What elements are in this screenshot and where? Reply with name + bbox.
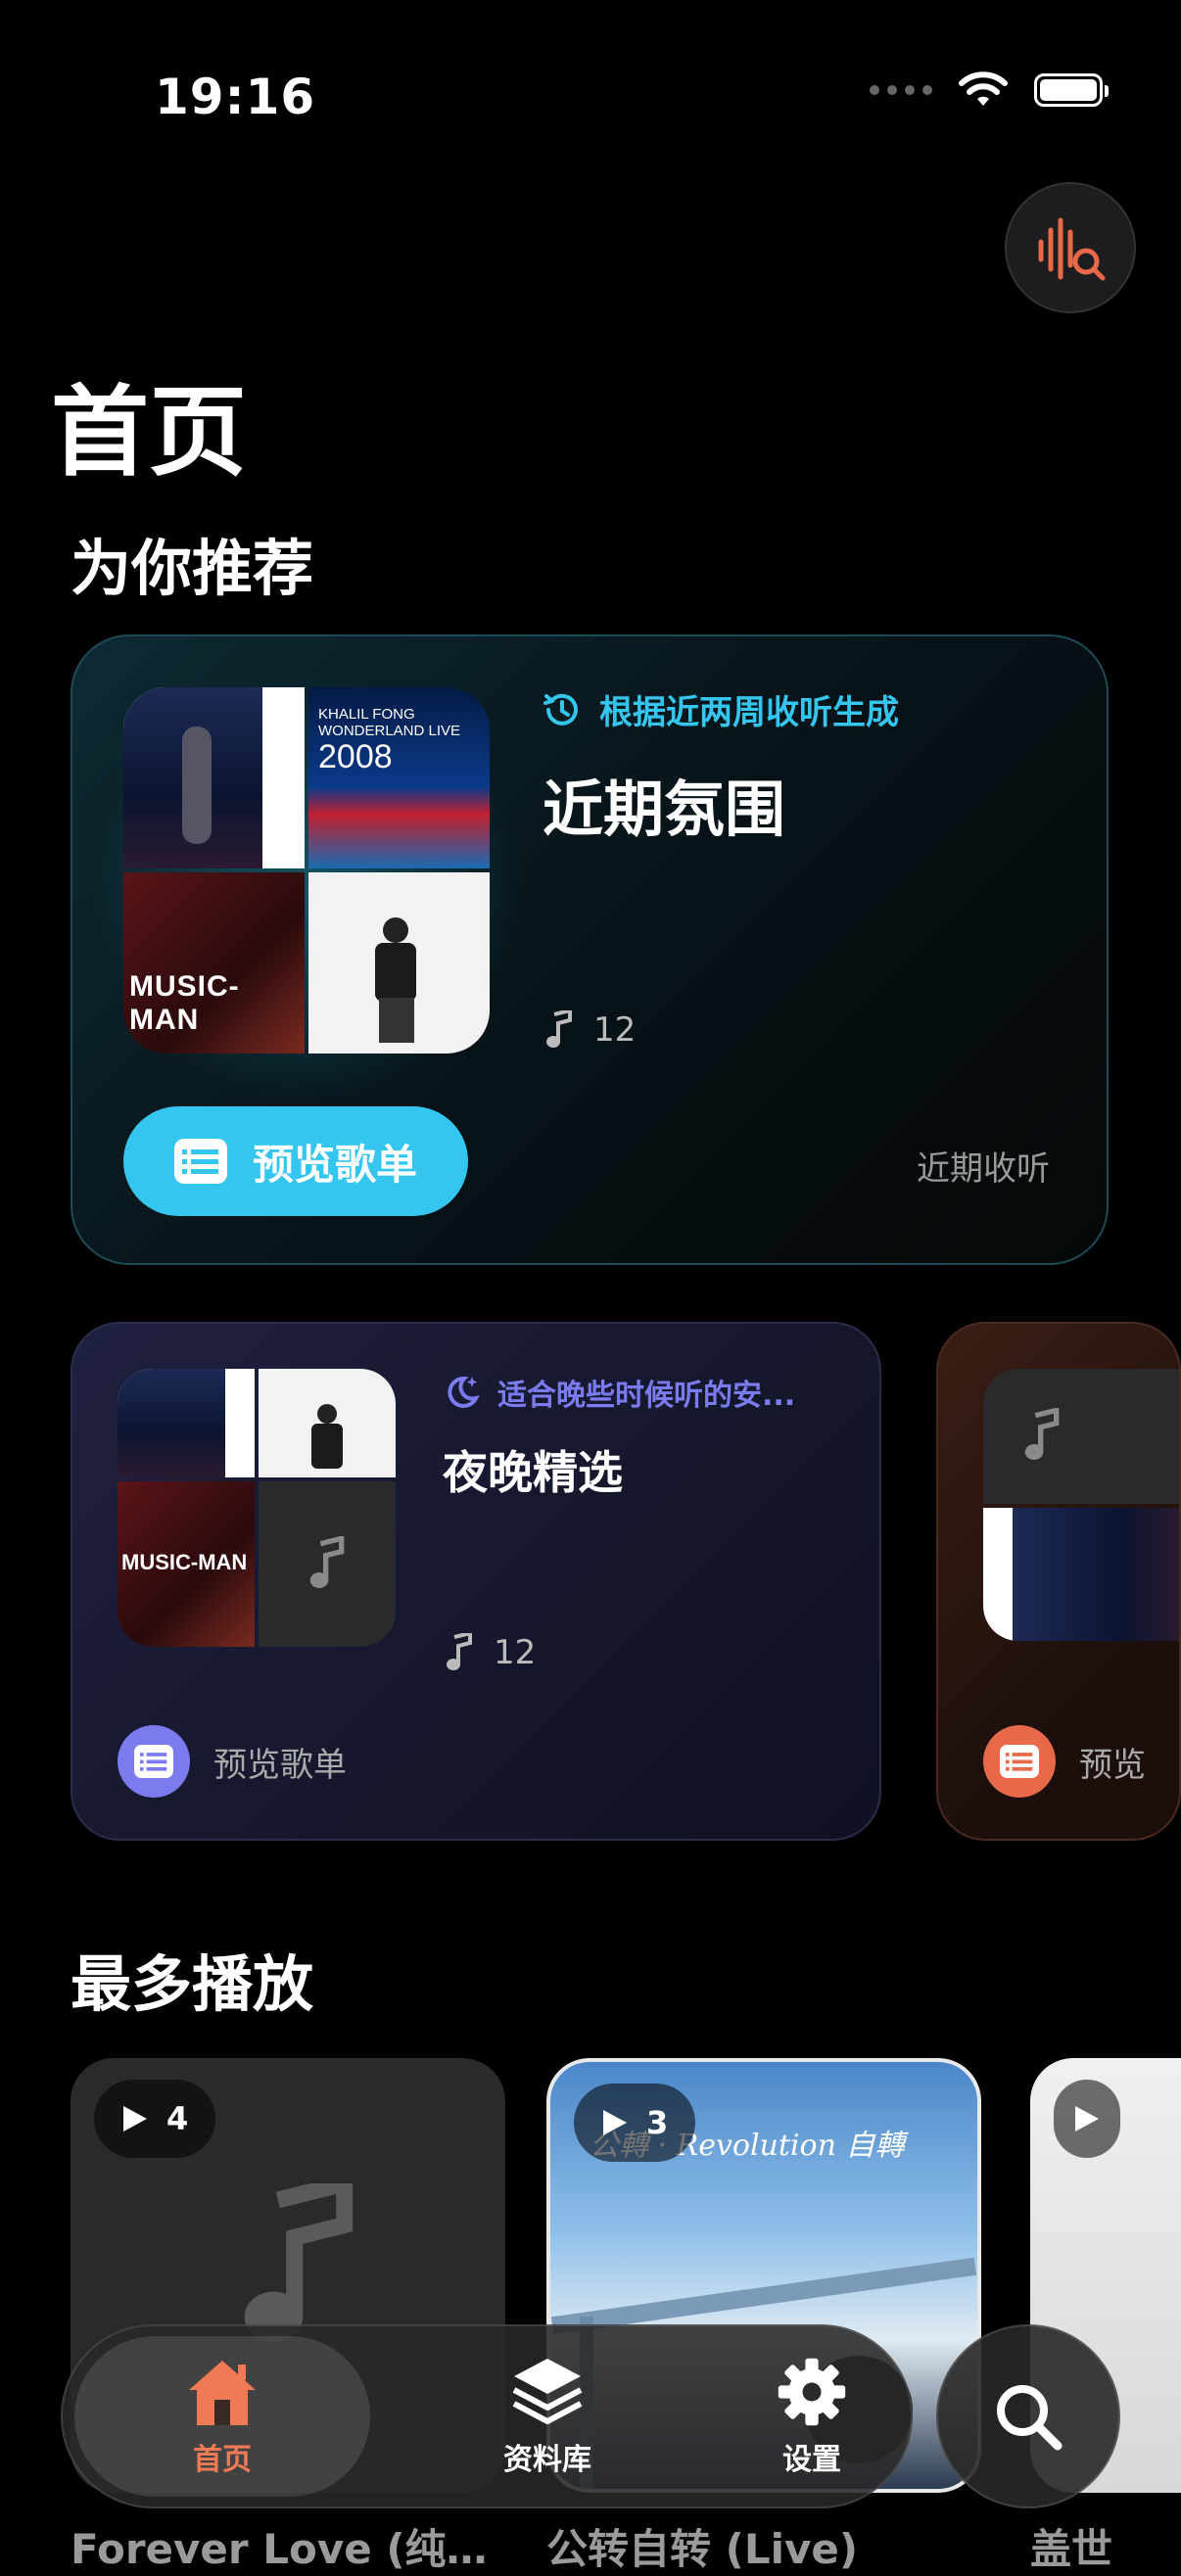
preview-playlist-button[interactable]: 预览歌单 bbox=[123, 1106, 468, 1216]
section-title-recommend: 为你推荐 bbox=[71, 533, 314, 604]
night-playlist-card[interactable]: MUSIC-MAN 适合晚些时候听的安... 夜晚精选 12 预览歌单 bbox=[71, 1322, 881, 1841]
preview-playlist-button[interactable]: 预览 bbox=[983, 1725, 1146, 1798]
tab-label: 资料库 bbox=[503, 2443, 591, 2477]
battery-icon bbox=[1034, 73, 1109, 107]
search-icon bbox=[997, 2385, 1063, 2451]
tab-library[interactable]: 资料库 bbox=[425, 2336, 670, 2497]
tab-label: 首页 bbox=[193, 2443, 252, 2477]
music-recognition-button[interactable] bbox=[1005, 182, 1136, 313]
section-title-most-played: 最多播放 bbox=[71, 1948, 314, 2020]
playlist-cover-collage: KHALIL FONG WONDERLAND LIVE 2008 MUSIC-MAN bbox=[123, 687, 490, 1054]
status-time: 19:16 bbox=[155, 69, 316, 125]
track-count: 12 bbox=[445, 1633, 536, 1672]
playlist-cover-collage bbox=[983, 1369, 1179, 1641]
preview-button-label: 预览歌单 bbox=[213, 1745, 347, 1785]
preview-button-label: 预览 bbox=[1079, 1745, 1146, 1785]
list-icon bbox=[173, 1139, 227, 1184]
history-clock-icon bbox=[543, 693, 578, 726]
playlist-tag-text: 适合晚些时候听的安... bbox=[497, 1379, 796, 1413]
music-note-icon bbox=[546, 1010, 572, 1048]
page-title: 首页 bbox=[51, 375, 247, 490]
tab-bar: 首页 资料库 设置 bbox=[61, 2324, 913, 2508]
tab-label: 设置 bbox=[782, 2443, 841, 2477]
preview-button-label: 预览歌单 bbox=[252, 1140, 417, 1189]
placeholder-cover bbox=[983, 1369, 1179, 1504]
music-note-icon bbox=[309, 1535, 345, 1588]
album-cover bbox=[308, 872, 490, 1054]
album-cover bbox=[118, 1369, 255, 1477]
album-cover bbox=[259, 1369, 396, 1477]
list-icon bbox=[118, 1725, 190, 1798]
play-count-badge: 3 bbox=[574, 2084, 696, 2162]
partial-playlist-card[interactable]: 预览 bbox=[936, 1322, 1181, 1841]
list-icon bbox=[983, 1725, 1056, 1798]
cellular-icon bbox=[870, 85, 932, 95]
wifi-icon bbox=[959, 71, 1008, 106]
playlist-tag: 根据近两周收听生成 bbox=[541, 685, 899, 733]
playlist-source: 近期收听 bbox=[917, 1149, 1050, 1189]
music-note-icon bbox=[447, 1633, 472, 1670]
house-icon bbox=[189, 2361, 256, 2425]
playlist-tag-text: 根据近两周收听生成 bbox=[599, 693, 899, 732]
tab-settings[interactable]: 设置 bbox=[689, 2336, 934, 2497]
play-icon bbox=[603, 2110, 627, 2135]
play-count: 4 bbox=[166, 2100, 189, 2137]
search-button[interactable] bbox=[936, 2324, 1120, 2508]
play-count: 3 bbox=[646, 2104, 669, 2141]
album-cover bbox=[983, 1508, 1179, 1641]
stack-icon bbox=[512, 2359, 583, 2424]
track-count: 12 bbox=[544, 1010, 636, 1050]
album-cover: KHALIL FONG WONDERLAND LIVE 2008 bbox=[308, 687, 490, 868]
play-icon bbox=[1075, 2106, 1099, 2131]
placeholder-cover bbox=[259, 1481, 396, 1647]
track-count-text: 12 bbox=[494, 1633, 537, 1672]
status-icons bbox=[870, 70, 1109, 110]
play-count-badge: 4 bbox=[94, 2080, 216, 2158]
moon-stars-icon bbox=[448, 1376, 480, 1408]
music-note-icon bbox=[1024, 1408, 1060, 1460]
featured-playlist-card[interactable]: KHALIL FONG WONDERLAND LIVE 2008 MUSIC-MAN… bbox=[71, 634, 1109, 1265]
track-count-text: 12 bbox=[593, 1010, 637, 1050]
playlist-cover-collage: MUSIC-MAN bbox=[118, 1369, 396, 1647]
album-cover bbox=[123, 687, 305, 868]
album-cover: MUSIC-MAN bbox=[123, 872, 305, 1054]
play-count-badge bbox=[1054, 2080, 1120, 2158]
gear-icon bbox=[778, 2358, 846, 2426]
preview-playlist-button[interactable]: 预览歌单 bbox=[118, 1725, 347, 1798]
playlist-title: 近期氛围 bbox=[543, 773, 786, 845]
playlist-tag: 适合晚些时候听的安... bbox=[443, 1371, 795, 1414]
play-icon bbox=[123, 2106, 147, 2131]
album-cover: MUSIC-MAN bbox=[118, 1481, 255, 1647]
tab-home[interactable]: 首页 bbox=[74, 2336, 370, 2497]
playlist-title: 夜晚精选 bbox=[443, 1446, 623, 1499]
waveform-search-icon bbox=[1038, 217, 1106, 281]
